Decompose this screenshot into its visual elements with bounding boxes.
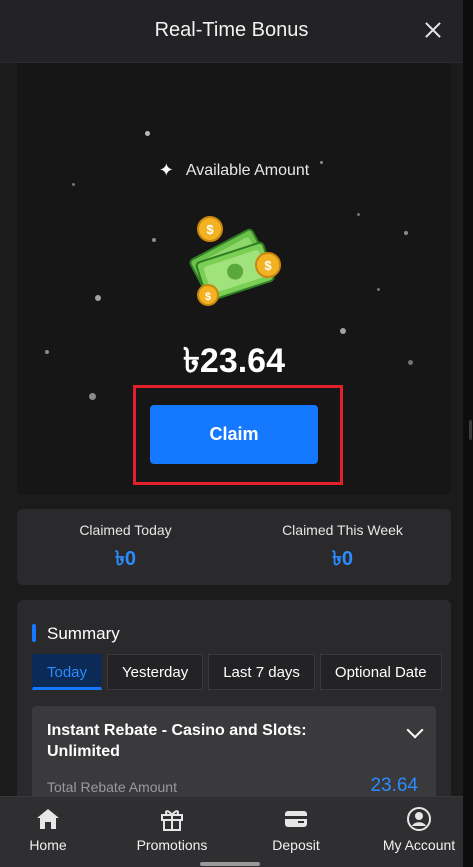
summary-tabs: Today Yesterday Last 7 days Optional Date — [32, 654, 447, 690]
sparkle-dot — [357, 213, 360, 216]
nav-promotions[interactable]: Promotions — [114, 797, 230, 867]
summary-section: Summary Today Yesterday Last 7 days Optiona… — [17, 600, 451, 800]
available-amount-card: ✦ Available Amount $ $ $ ৳23.64 Claim — [17, 63, 451, 495]
tab-optional-date[interactable]: Optional Date — [319, 654, 442, 690]
tab-today[interactable]: Today — [32, 654, 103, 690]
nav-deposit-label: Deposit — [272, 837, 320, 853]
available-amount-heading: ✦ Available Amount — [17, 160, 451, 181]
summary-accent-bar — [32, 624, 36, 642]
nav-home-label: Home — [29, 837, 67, 853]
nav-promotions-label: Promotions — [136, 837, 208, 853]
rebate-title: Instant Rebate - Casino and Slots: Unlim… — [47, 722, 307, 760]
bottom-nav: Home Promotions Deposit My Account — [0, 796, 463, 867]
home-icon — [37, 809, 59, 829]
claimed-summary-card: Claimed Today ৳0 Claimed This Week ৳0 — [17, 509, 451, 585]
sparkle-dot — [95, 295, 101, 301]
summary-title: Summary — [47, 624, 120, 643]
sparkle-icon: ✦ — [158, 160, 174, 180]
gift-icon — [161, 810, 183, 831]
svg-text:$: $ — [206, 222, 214, 237]
claimed-today-label: Claimed Today — [79, 522, 172, 538]
close-icon[interactable] — [419, 16, 447, 44]
total-rebate-label: Total Rebate Amount — [47, 779, 177, 795]
svg-text:$: $ — [205, 291, 211, 303]
available-amount-value: ৳23.64 — [182, 342, 286, 380]
claimed-week-value: ৳0 — [331, 548, 354, 570]
chevron-down-icon[interactable] — [406, 721, 424, 739]
sparkle-dot — [377, 288, 380, 291]
sparkle-dot — [72, 183, 75, 186]
nav-deposit[interactable]: Deposit — [238, 797, 354, 867]
tab-yesterday[interactable]: Yesterday — [107, 654, 204, 690]
user-icon — [407, 807, 431, 831]
sparkle-dot — [404, 231, 408, 235]
nav-my-account-label: My Account — [382, 837, 456, 853]
sparkle-dot — [340, 328, 346, 334]
rebate-card[interactable]: Instant Rebate - Casino and Slots: Unlim… — [32, 706, 436, 800]
wallet-icon — [285, 811, 307, 827]
total-rebate-value: 23.64 — [370, 775, 418, 796]
page-title: Real-Time Bonus — [154, 19, 309, 41]
sparkle-dot — [145, 131, 150, 136]
claimed-today: Claimed Today ৳0 — [17, 522, 234, 577]
nav-my-account[interactable]: My Account — [361, 797, 463, 867]
home-indicator — [200, 862, 260, 866]
available-amount-label: Available Amount — [185, 162, 310, 179]
nav-home[interactable]: Home — [0, 797, 106, 867]
claim-button[interactable]: Claim — [150, 405, 318, 464]
svg-text:$: $ — [264, 258, 272, 273]
claimed-this-week: Claimed This Week ৳0 — [234, 522, 451, 577]
sparkle-dot — [152, 238, 156, 242]
sparkle-dot — [89, 393, 96, 400]
money-stack-icon: $ $ $ — [189, 216, 281, 306]
claimed-week-label: Claimed This Week — [282, 522, 403, 538]
header: Real-Time Bonus — [0, 0, 463, 63]
window-edge — [463, 0, 473, 867]
tab-last-7-days[interactable]: Last 7 days — [208, 654, 315, 690]
resize-handle[interactable] — [469, 420, 472, 440]
bonus-panel: Real-Time Bonus ✦ Available Amount $ $ $… — [0, 0, 463, 867]
claimed-today-value: ৳0 — [114, 548, 137, 570]
